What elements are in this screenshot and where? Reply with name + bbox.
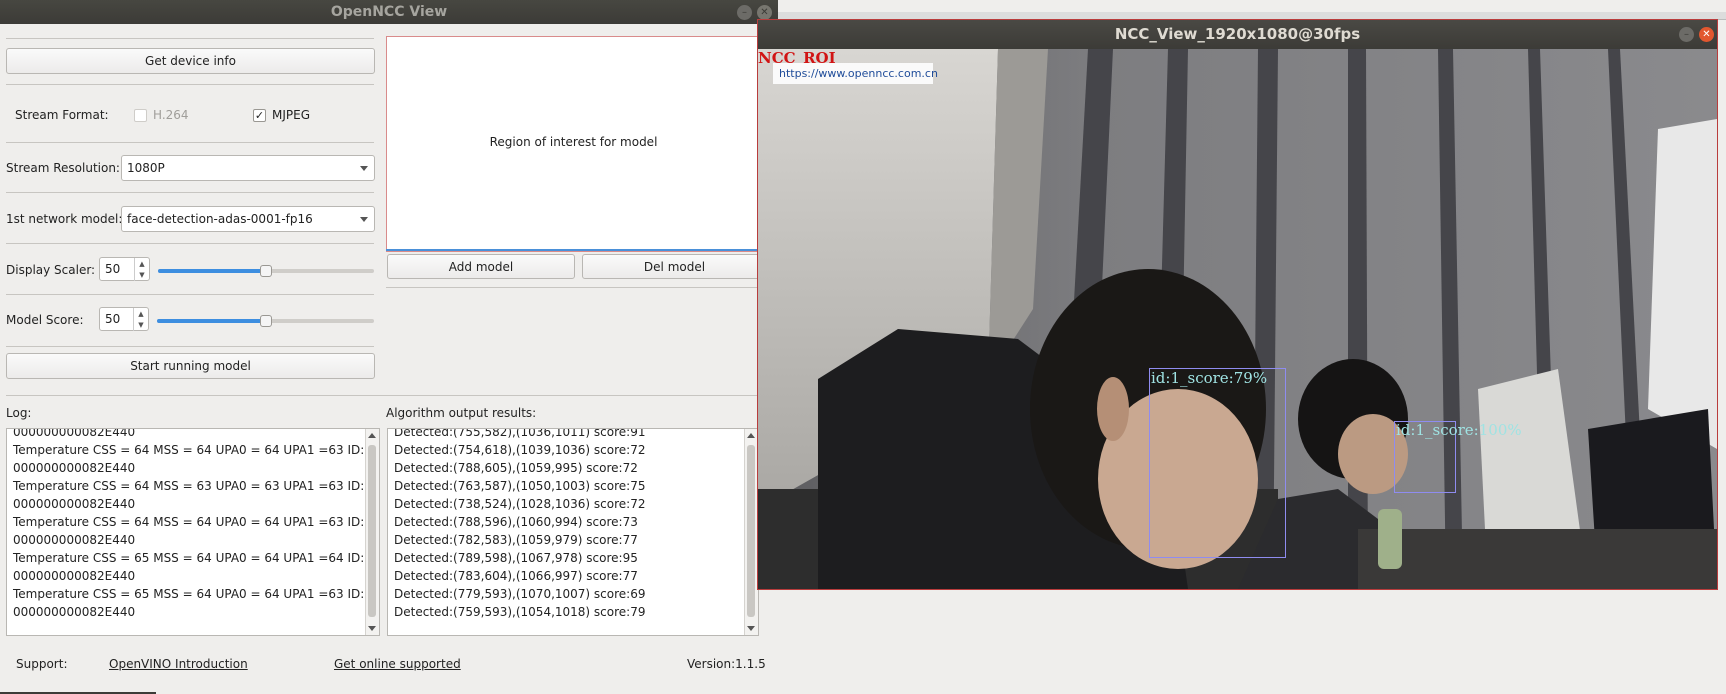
detection-label: id:1_score:79%	[1151, 369, 1268, 387]
log-lines: 000000000082E440 Temperature CSS = 64 MS…	[13, 428, 365, 621]
network-model-select[interactable]: face-detection-adas-0001-fp16	[121, 206, 375, 232]
close-icon[interactable]: ✕	[1699, 27, 1714, 42]
get-online-supported-link[interactable]: Get online supported	[334, 657, 461, 671]
results-scrollbar[interactable]	[744, 429, 758, 635]
version-label: Version:1.1.5	[687, 657, 766, 671]
get-device-info-button[interactable]: Get device info	[6, 48, 375, 74]
video-window-titlebar: NCC_View_1920x1080@30fps	[758, 20, 1717, 49]
stream-resolution-value: 1080P	[127, 161, 165, 175]
support-label: Support:	[16, 657, 68, 671]
scroll-up-icon[interactable]	[368, 433, 376, 438]
log-label: Log:	[6, 406, 32, 420]
log-line: Temperature CSS = 64 MSS = 64 UPA0 = 64 …	[13, 443, 365, 457]
divider	[6, 243, 374, 244]
divider	[6, 84, 374, 85]
result-line: Detected:(789,598),(1067,978) score:95	[394, 551, 638, 565]
h264-label: H.264	[153, 108, 189, 122]
display-scaler-value: 50	[105, 262, 121, 276]
url-overlay: https://www.openncc.com.cn	[773, 63, 938, 84]
model-score-spinbox[interactable]: 50 ▲ ▼	[99, 307, 149, 331]
detection-label: id:1_score:100%	[1396, 421, 1522, 439]
log-line: Temperature CSS = 65 MSS = 64 UPA0 = 64 …	[13, 551, 365, 565]
result-line: Detected:(783,604),(1066,997) score:77	[394, 569, 638, 583]
divider	[6, 294, 374, 295]
openvino-introduction-link[interactable]: OpenVINO Introduction	[109, 657, 248, 671]
scroll-down-icon[interactable]	[747, 626, 755, 631]
close-icon[interactable]: ✕	[757, 5, 772, 20]
stream-resolution-label: Stream Resolution:	[6, 161, 120, 175]
app-body: Get device info Stream Format: H.264 ✓ M…	[0, 24, 778, 694]
log-line: 000000000082E440	[13, 605, 136, 619]
video-window-title: NCC_View_1920x1080@30fps	[1114, 25, 1361, 43]
divider	[6, 38, 374, 39]
divider	[6, 142, 374, 143]
result-line: Detected:(763,587),(1050,1003) score:75	[394, 479, 646, 493]
left-window-title: OpenNCC View	[330, 4, 448, 20]
roi-panel-border	[386, 249, 760, 251]
model-score-slider-handle[interactable]	[259, 315, 272, 327]
spin-down-icon[interactable]: ▼	[133, 319, 148, 331]
display-scaler-slider-fill	[158, 269, 266, 273]
network-model-label: 1st network model:	[6, 212, 123, 226]
video-window: NCC_View_1920x1080@30fps – ✕ NCC_ROI htt…	[757, 19, 1718, 590]
network-model-value: face-detection-adas-0001-fp16	[127, 212, 313, 226]
log-line: 000000000082E440	[13, 569, 136, 583]
divider	[6, 192, 374, 193]
minimize-icon[interactable]: –	[1679, 27, 1694, 42]
log-line: 000000000082E440	[13, 461, 136, 475]
model-score-value: 50	[105, 312, 121, 326]
minimize-icon[interactable]: –	[737, 5, 752, 20]
log-line: Temperature CSS = 64 MSS = 63 UPA0 = 63 …	[13, 479, 365, 493]
result-line: Detected:(754,618),(1039,1036) score:72	[394, 443, 646, 457]
results-label: Algorithm output results:	[386, 406, 537, 420]
results-lines: Detected:(755,582),(1036,1011) score:91 …	[394, 428, 742, 621]
log-scroll-thumb[interactable]	[368, 445, 376, 617]
result-line: Detected:(738,524),(1028,1036) score:72	[394, 497, 646, 511]
scroll-up-icon[interactable]	[747, 433, 755, 438]
display-scaler-slider-handle[interactable]	[260, 265, 272, 277]
log-line: Temperature CSS = 65 MSS = 64 UPA0 = 64 …	[13, 587, 365, 601]
mjpeg-checkbox[interactable]: ✓	[253, 109, 266, 122]
stream-resolution-select[interactable]: 1080P	[121, 155, 375, 181]
result-line: Detected:(782,583),(1059,979) score:77	[394, 533, 638, 547]
spin-down-icon[interactable]: ▼	[134, 269, 149, 281]
scroll-down-icon[interactable]	[368, 626, 376, 631]
divider	[6, 346, 374, 347]
log-line: 000000000082E440	[13, 497, 136, 511]
display-scaler-label: Display Scaler:	[6, 263, 96, 277]
detection-box	[1149, 368, 1286, 558]
mjpeg-label: MJPEG	[272, 108, 311, 122]
model-score-label: Model Score:	[6, 313, 84, 327]
log-line: Temperature CSS = 64 MSS = 64 UPA0 = 64 …	[13, 515, 365, 529]
divider	[6, 395, 766, 396]
result-line: Detected:(779,593),(1070,1007) score:69	[394, 587, 646, 601]
left-window-titlebar: OpenNCC View	[0, 0, 778, 24]
stream-format-label: Stream Format:	[15, 108, 109, 122]
divider	[386, 287, 760, 288]
log-scrollbar[interactable]	[365, 429, 379, 635]
chevron-down-icon	[360, 166, 368, 171]
display-scaler-spinbox[interactable]: 50 ▲ ▼	[99, 257, 150, 281]
results-scroll-thumb[interactable]	[747, 445, 755, 617]
start-running-button[interactable]: Start running model	[6, 353, 375, 379]
log-line: 000000000082E440	[13, 428, 136, 439]
log-line: 000000000082E440	[13, 533, 136, 547]
roi-panel[interactable]: Region of interest for model	[386, 36, 760, 252]
model-score-slider-fill	[157, 319, 266, 323]
result-line: Detected:(759,593),(1054,1018) score:79	[394, 605, 646, 619]
video-feed[interactable]: NCC_ROI https://www.openncc.com.cn id:1_…	[758, 49, 1717, 589]
result-line: Detected:(788,605),(1059,995) score:72	[394, 461, 638, 475]
results-textarea[interactable]: Detected:(755,582),(1036,1011) score:91 …	[387, 428, 759, 636]
add-model-button[interactable]: Add model	[387, 254, 575, 279]
roi-text: Region of interest for model	[489, 135, 658, 149]
del-model-button[interactable]: Del model	[582, 254, 767, 279]
log-textarea[interactable]: 000000000082E440 Temperature CSS = 64 MS…	[6, 428, 380, 636]
result-line: Detected:(788,596),(1060,994) score:73	[394, 515, 638, 529]
chevron-down-icon	[360, 217, 368, 222]
result-line: Detected:(755,582),(1036,1011) score:91	[394, 428, 646, 439]
h264-checkbox[interactable]	[134, 109, 147, 122]
